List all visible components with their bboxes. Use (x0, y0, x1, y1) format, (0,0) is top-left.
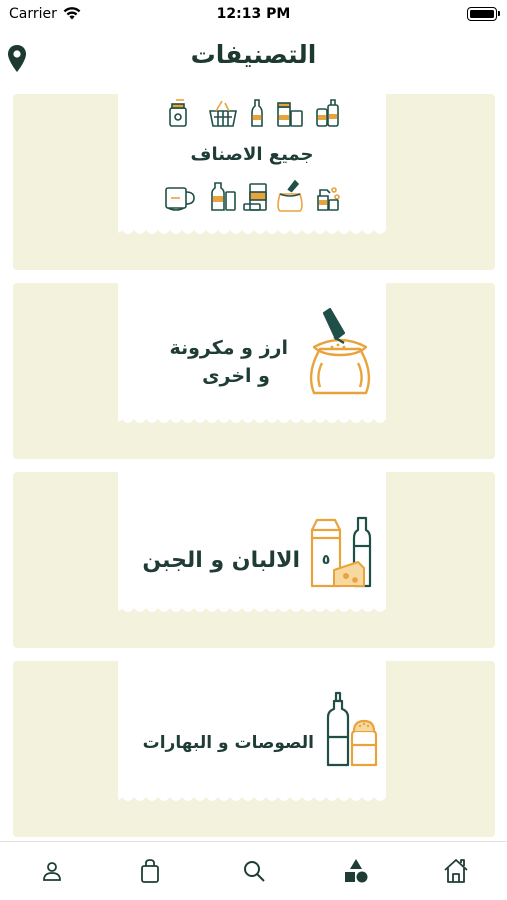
scalloped-edge (118, 789, 386, 801)
tab-categories[interactable] (341, 856, 371, 886)
grocery-icons-row-top (169, 99, 339, 127)
coffee-cup-icon (165, 187, 195, 211)
category-label: الصوصات و البهارات (142, 733, 314, 753)
bag-icon (141, 859, 159, 883)
search-icon (244, 861, 265, 882)
category-label: جميع الاصناف (190, 144, 314, 165)
category-card-rice-pasta[interactable]: ارز و مكرونة و اخرى (13, 283, 495, 459)
cleaning-bottles-icon (316, 99, 339, 127)
sack-icon (277, 179, 303, 212)
milk-bottle-icon (211, 182, 236, 211)
basket-icon (209, 100, 237, 127)
tab-home[interactable] (441, 856, 471, 886)
scalloped-edge (118, 600, 386, 612)
tab-profile[interactable] (37, 856, 67, 886)
status-bar: Carrier 12:13 PM (0, 0, 507, 30)
card-panel: ارز و مكرونة و اخرى (118, 283, 386, 419)
card-panel: جميع الاصناف (118, 94, 386, 230)
grocery-icons-row-bottom (165, 179, 340, 212)
bottle-icon (251, 99, 263, 127)
home-icon (444, 859, 468, 883)
map-pin-icon[interactable] (6, 44, 28, 74)
scalloped-edge (118, 222, 386, 234)
jars-icon (277, 102, 303, 127)
scalloped-edge (118, 411, 386, 423)
battery-icon (467, 7, 500, 21)
category-card-dairy-cheese[interactable]: الالبان و الجبن ٥ (13, 472, 495, 648)
sauce-spice-icon (326, 691, 378, 767)
card-panel: الالبان و الجبن ٥ (118, 472, 386, 608)
tab-bar (0, 841, 507, 900)
can-icon (243, 183, 267, 211)
page-title: التصنيفات (190, 40, 317, 69)
category-label-line2: و اخرى (202, 365, 270, 387)
category-label: الالبان و الجبن (142, 548, 300, 573)
category-card-sauces-spices[interactable]: الصوصات و البهارات (13, 661, 495, 837)
milk-cheese-icon: ٥ (310, 516, 372, 588)
rice-sack-icon (309, 307, 371, 395)
tab-search[interactable] (239, 856, 269, 886)
category-list: جميع الاصناف ارز و مكرونة و اخرى الالبان… (0, 92, 507, 840)
category-label-line1: ارز و مكرونة (169, 337, 288, 359)
profile-icon (43, 862, 61, 881)
category-card-all[interactable]: جميع الاصناف (13, 94, 495, 270)
categories-icon (345, 859, 368, 883)
status-time: 12:13 PM (216, 6, 291, 22)
svg-text:٥: ٥ (322, 552, 331, 568)
tab-bag[interactable] (135, 856, 165, 886)
jar-icon (169, 99, 187, 127)
spray-bottle-icon (317, 187, 340, 211)
card-panel: الصوصات و البهارات (118, 661, 386, 797)
header: التصنيفات (0, 30, 507, 86)
